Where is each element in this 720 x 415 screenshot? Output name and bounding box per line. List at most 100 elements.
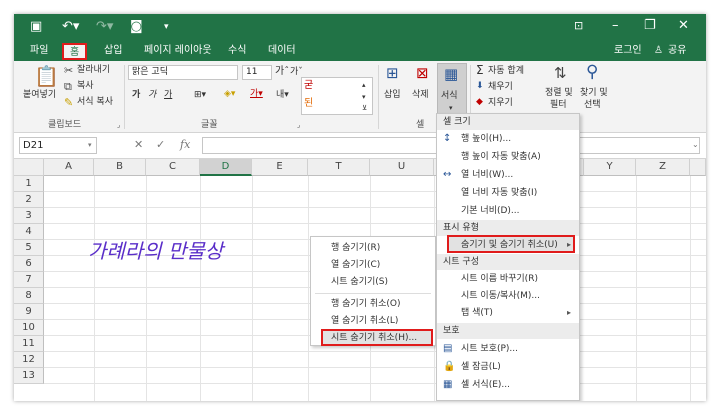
hide-unhide-item[interactable]: 숨기기 및 숨기기 취소(U) (461, 238, 558, 252)
column-header[interactable]: A (44, 159, 94, 176)
cell-styles-gallery[interactable]: 굳 된 ▴ ▾ ⊻ (301, 77, 373, 115)
select-all-corner[interactable] (14, 159, 44, 176)
rename-sheet-item[interactable]: 시트 이름 바꾸기(R) (461, 272, 538, 286)
clear-button[interactable]: 지우기 (488, 97, 513, 109)
gallery-more-icon[interactable]: ⊻ (362, 102, 367, 114)
row-header[interactable]: 5 (14, 240, 44, 256)
cancel-icon[interactable]: ✕ (134, 138, 143, 152)
delete-cells-button[interactable]: 삭제 (412, 89, 429, 101)
column-header[interactable]: U (370, 159, 434, 176)
tab-page-layout[interactable]: 페이지 레이아웃 (144, 44, 212, 58)
insert-cells-icon[interactable]: ⊞ (386, 65, 399, 81)
phonetic-icon[interactable]: 내▾ (276, 89, 289, 101)
unhide-columns-item[interactable]: 열 숨기기 취소(L) (331, 314, 398, 328)
row-header[interactable]: 1 (14, 176, 44, 192)
underline-button[interactable]: 가 (164, 89, 172, 101)
expand-formula-icon[interactable]: ⌄ (692, 138, 699, 152)
font-size-select[interactable]: 11 (242, 65, 272, 80)
autosum-button[interactable]: 자동 합계 (488, 65, 524, 77)
row-header[interactable]: 2 (14, 192, 44, 208)
camera-icon[interactable]: ◙ (130, 19, 143, 35)
fill-icon[interactable]: ⬇ (476, 80, 484, 92)
unhide-rows-item[interactable]: 행 숨기기 취소(O) (331, 297, 401, 311)
copy-icon[interactable]: ⧉ (64, 79, 72, 95)
row-header[interactable]: 7 (14, 272, 44, 288)
bold-button[interactable]: 가 (132, 89, 140, 101)
autofit-column-item[interactable]: 열 너비 자동 맞춤(I) (461, 186, 537, 200)
format-cells-item[interactable]: 셀 서식(E)... (461, 378, 510, 392)
border-icon[interactable]: ⊞▾ (194, 89, 206, 101)
row-header[interactable]: 8 (14, 288, 44, 304)
sort-filter-label-1[interactable]: 정렬 및 (545, 87, 573, 99)
format-button[interactable]: 서식 (441, 90, 458, 102)
close-icon[interactable]: ✕ (678, 18, 689, 34)
find-select-label-1[interactable]: 찾기 및 (580, 87, 608, 99)
tab-file[interactable]: 파일 (30, 44, 48, 58)
hide-columns-item[interactable]: 열 숨기기(C) (331, 258, 380, 272)
clear-icon[interactable]: ◆ (476, 96, 483, 108)
login-link[interactable]: 로그인 (614, 44, 642, 58)
move-copy-sheet-item[interactable]: 시트 이동/복사(M)... (461, 289, 540, 303)
row-header[interactable]: 3 (14, 208, 44, 224)
format-painter-button[interactable]: 서식 복사 (77, 96, 113, 108)
scissors-icon[interactable]: ✂ (64, 63, 73, 79)
row-header[interactable]: 9 (14, 304, 44, 320)
save-icon[interactable]: ▣ (30, 19, 42, 35)
insert-function-button[interactable]: fx (180, 138, 190, 152)
autofit-row-item[interactable]: 행 높이 자동 맞춤(A) (461, 150, 541, 164)
hide-rows-item[interactable]: 행 숨기기(R) (331, 241, 380, 255)
font-launcher-icon[interactable]: ⌟ (297, 119, 300, 131)
row-header[interactable]: 13 (14, 368, 44, 384)
protect-sheet-item[interactable]: 시트 보호(P)... (461, 342, 518, 356)
sort-filter-icon[interactable]: ⇅ (554, 65, 567, 81)
paste-icon[interactable]: 📋 (34, 65, 59, 87)
row-header[interactable]: 4 (14, 224, 44, 240)
italic-button[interactable]: 가 (148, 89, 156, 101)
find-select-label-2[interactable]: 선택 (584, 99, 601, 111)
column-header[interactable]: Y (584, 159, 636, 176)
column-header[interactable]: B (94, 159, 146, 176)
row-height-item[interactable]: 행 높이(H)... (461, 132, 511, 146)
enter-icon[interactable]: ✓ (156, 138, 165, 152)
default-width-item[interactable]: 기본 너비(D)... (461, 204, 520, 218)
tab-color-item[interactable]: 탭 색(T) (461, 306, 493, 320)
copy-button[interactable]: 복사 (77, 80, 94, 92)
name-box[interactable]: D21 (19, 137, 97, 154)
redo-icon[interactable]: ↷▾ (96, 19, 113, 35)
tab-home[interactable]: 홈 (62, 43, 88, 60)
fill-button[interactable]: 채우기 (488, 81, 513, 93)
column-header[interactable] (690, 159, 706, 176)
clipboard-launcher-icon[interactable]: ⌟ (117, 119, 120, 131)
hide-sheet-item[interactable]: 시트 숨기기(S) (331, 275, 388, 289)
font-color-icon[interactable]: 가▾ (250, 88, 263, 100)
column-width-item[interactable]: 열 너비(W)... (461, 168, 513, 182)
grow-font-icon[interactable]: 가ˆ (275, 66, 289, 78)
ribbon-display-icon[interactable]: ⊡ (574, 18, 583, 34)
column-header[interactable]: E (252, 159, 308, 176)
share-button[interactable]: 공유 (668, 44, 686, 58)
undo-icon[interactable]: ↶▾ (62, 19, 79, 35)
lock-cell-item[interactable]: 셀 잠금(L) (461, 360, 501, 374)
row-header[interactable]: 12 (14, 352, 44, 368)
column-header[interactable]: C (146, 159, 200, 176)
cut-button[interactable]: 잘라내기 (77, 64, 110, 76)
tab-formulas[interactable]: 수식 (228, 44, 246, 58)
sort-filter-label-2[interactable]: 필터 (550, 99, 567, 111)
unhide-sheet-highlight[interactable]: 시트 숨기기 취소(H)... (321, 329, 433, 346)
customize-qat-icon[interactable]: ▾ (164, 19, 169, 35)
paste-button[interactable]: 붙여넣기 (23, 89, 56, 101)
row-header[interactable]: 10 (14, 320, 44, 336)
gallery-up-icon[interactable]: ▴ (362, 79, 366, 91)
tab-data[interactable]: 데이터 (268, 44, 296, 58)
font-name-select[interactable]: 맑은 고딕 (128, 65, 238, 80)
minimize-icon[interactable]: – (612, 18, 619, 34)
hide-unhide-highlight[interactable]: 숨기기 및 숨기기 취소(U) ▸ (447, 235, 575, 253)
format-painter-icon[interactable]: ✎ (64, 95, 73, 111)
insert-cells-button[interactable]: 삽입 (384, 89, 401, 101)
row-header[interactable]: 11 (14, 336, 44, 352)
row-header[interactable]: 6 (14, 256, 44, 272)
column-header-selected[interactable]: D (200, 159, 252, 176)
unhide-sheet-item[interactable]: 시트 숨기기 취소(H)... (331, 331, 417, 345)
name-box-dropdown-icon[interactable]: ▾ (88, 138, 92, 152)
column-header[interactable]: T (308, 159, 370, 176)
